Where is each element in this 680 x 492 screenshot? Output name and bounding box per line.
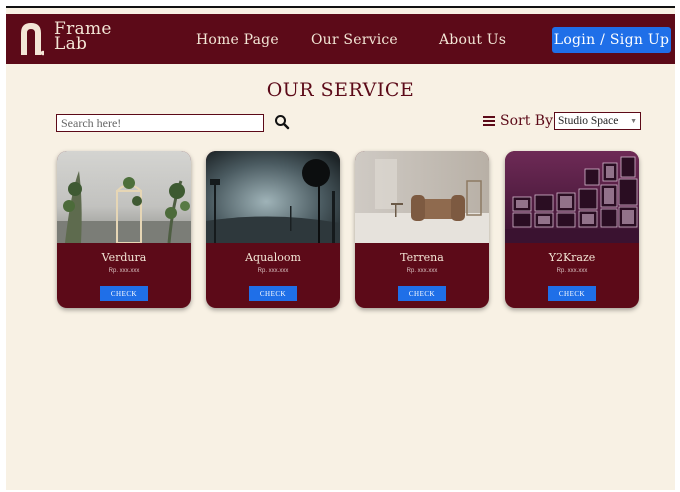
card-name: Aqualoom (245, 251, 301, 264)
service-card-y2kraze[interactable]: Y2Kraze Rp. xxx.xxx CHECK (505, 151, 639, 308)
menu-lines-icon (483, 116, 495, 126)
nav-home-link[interactable]: Home Page (196, 32, 279, 48)
app-frame: Frame Lab Home Page Our Service About Us… (6, 6, 675, 490)
card-price: Rp. xxx.xxx (257, 268, 289, 274)
search-icon (275, 115, 290, 130)
search-button[interactable] (273, 114, 291, 132)
chevron-down-icon: ▼ (630, 117, 637, 125)
service-card-aqualoom[interactable]: Aqualoom Rp. xxx.xxx CHECK (206, 151, 340, 308)
sort-label-text: Sort By (500, 113, 553, 129)
sort-select[interactable]: Studio Space ▼ (554, 112, 641, 130)
search-input[interactable] (56, 114, 264, 132)
brand-line-2: Lab (54, 34, 88, 54)
card-name: Verdura (101, 251, 147, 264)
check-button[interactable]: CHECK (548, 286, 596, 301)
card-price: Rp. xxx.xxx (406, 268, 438, 274)
check-button[interactable]: CHECK (249, 286, 297, 301)
card-price: Rp. xxx.xxx (108, 268, 140, 274)
service-card-verdura[interactable]: Verdura Rp. xxx.xxx CHECK (57, 151, 191, 308)
sort-selected-value: Studio Space (558, 115, 619, 127)
card-image-verdura (57, 151, 191, 243)
card-name: Y2Kraze (548, 251, 596, 264)
frame-lab-logo-icon (21, 23, 44, 56)
service-card-terrena[interactable]: Terrena Rp. xxx.xxx CHECK (355, 151, 489, 308)
brand-logo[interactable]: Frame Lab (18, 21, 118, 57)
nav-service-link[interactable]: Our Service (311, 32, 398, 48)
card-image-terrena (355, 151, 489, 243)
login-signup-button[interactable]: Login / Sign Up (552, 27, 671, 53)
sort-label: Sort By (483, 113, 553, 129)
card-price: Rp. xxx.xxx (556, 268, 588, 274)
card-image-aqualoom (206, 151, 340, 243)
nav-about-link[interactable]: About Us (439, 32, 506, 48)
check-button[interactable]: CHECK (398, 286, 446, 301)
card-name: Terrena (400, 251, 444, 264)
navbar: Frame Lab Home Page Our Service About Us… (6, 14, 675, 64)
check-button[interactable]: CHECK (100, 286, 148, 301)
card-image-y2kraze (505, 151, 639, 243)
brand-name: Frame Lab (54, 21, 112, 54)
page-title: OUR SERVICE (266, 79, 415, 101)
